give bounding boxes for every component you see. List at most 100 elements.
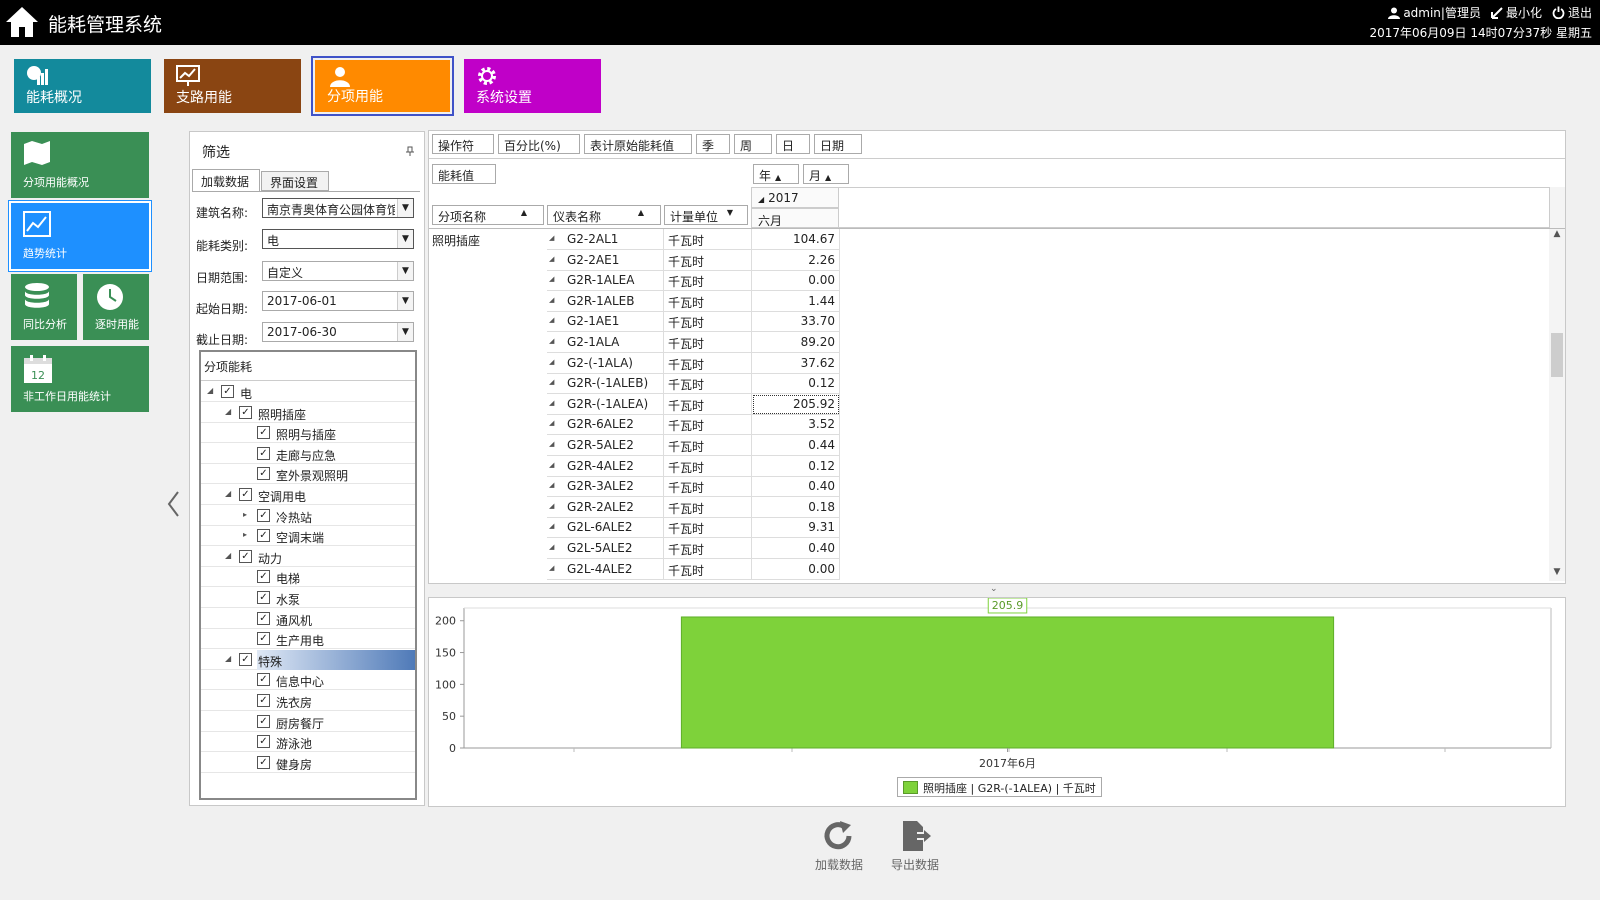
collapse-icon[interactable]: ◢ (549, 234, 554, 242)
tree-node[interactable]: ✓ 洗衣房 (201, 691, 415, 711)
collapse-icon[interactable]: ◢ (549, 296, 554, 304)
collapse-icon[interactable]: ◢ (549, 337, 554, 345)
tree-node[interactable]: ◢ ✓ 动力 (201, 547, 415, 567)
collapse-icon[interactable]: ◢ (549, 419, 554, 427)
tree-node[interactable]: ▸ ✓ 空调末端 (201, 526, 415, 547)
row-field-unit[interactable]: 计量单位 ▼ (664, 205, 748, 225)
scroll-up-icon[interactable]: ▲ (1549, 229, 1565, 243)
header-field-button[interactable]: 日期 (814, 134, 862, 154)
export-data-button[interactable]: 导出数据 (886, 820, 944, 875)
side-tile-hourly-energy[interactable]: 逐时用能 (83, 274, 149, 340)
tree-node[interactable]: ✓ 生产用电 (201, 629, 415, 650)
checkbox[interactable]: ✓ (257, 446, 270, 460)
header-field-button[interactable]: 表计原始能耗值 (584, 134, 692, 154)
collapse-icon[interactable]: ◢ (549, 316, 554, 324)
collapse-icon[interactable]: ◢ (549, 358, 554, 366)
collapse-icon[interactable]: ◢ (549, 440, 554, 448)
collapse-icon[interactable]: ◢ (549, 255, 554, 263)
vertical-scrollbar[interactable]: ▲ ▼ (1549, 229, 1565, 581)
tree-node[interactable]: ✓ 水泵 (201, 588, 415, 608)
checkbox[interactable]: ✓ (221, 385, 234, 398)
tile-itemized-energy[interactable]: 分项用能 (311, 56, 454, 116)
checkbox[interactable]: ✓ (257, 467, 270, 481)
row-field-category[interactable]: 分项名称 ▲ (432, 205, 544, 225)
load-data-button[interactable]: 加载数据 (810, 820, 868, 875)
collapse-left-icon[interactable] (166, 490, 180, 518)
header-field-button[interactable]: 日 (776, 134, 810, 154)
tree-node[interactable]: ◢ ✓ 特殊 (201, 649, 415, 670)
checkbox[interactable]: ✓ (239, 549, 252, 563)
collapse-icon[interactable]: ◢ (549, 461, 554, 469)
checkbox[interactable]: ✓ (239, 652, 252, 666)
header-field-button[interactable]: 操作符 (432, 134, 494, 154)
checkbox[interactable]: ✓ (257, 591, 270, 604)
side-tile-yoy-analysis[interactable]: 同比分析 (11, 274, 77, 340)
user-menu[interactable]: admin|管理员 (1388, 4, 1481, 21)
end-date-picker[interactable]: 2017-06-30 ▼ (262, 322, 414, 342)
collapse-icon[interactable]: ◢ (549, 378, 554, 386)
col-field-month[interactable]: 月 ▲ (803, 164, 849, 184)
checkbox[interactable]: ✓ (257, 529, 270, 543)
energy-type-select[interactable]: 电 ▼ (262, 229, 414, 249)
header-field-button[interactable]: 周 (734, 134, 772, 154)
checkbox[interactable]: ✓ (257, 570, 270, 584)
pin-icon[interactable] (406, 146, 414, 156)
expand-icon[interactable]: ▸ (243, 530, 247, 539)
collapse-icon[interactable]: ◢ (549, 543, 554, 551)
home-icon[interactable] (4, 5, 40, 39)
col-field-year[interactable]: 年 ▲ (753, 164, 799, 184)
checkbox[interactable]: ✓ (257, 673, 270, 687)
side-tile-nonworkday-stats[interactable]: 12 非工作日用能统计 (11, 346, 149, 412)
collapse-icon[interactable]: ◢ (549, 502, 554, 510)
tree-node[interactable]: ✓ 照明与插座 (201, 423, 415, 444)
tree-node[interactable]: ✓ 健身房 (201, 753, 415, 773)
collapse-icon[interactable]: ◢ (225, 654, 231, 663)
header-field-button[interactable]: 季 (696, 134, 730, 154)
checkbox[interactable]: ✓ (257, 735, 270, 749)
checkbox[interactable]: ✓ (257, 611, 270, 625)
collapse-icon[interactable]: ◢ (549, 275, 554, 283)
checkbox[interactable]: ✓ (257, 755, 270, 769)
data-field-energy-value[interactable]: 能耗值 (432, 164, 496, 184)
collapse-icon[interactable]: ◢ (549, 564, 554, 572)
splitter-chevron-icon[interactable]: ⌄ (990, 584, 998, 594)
tile-system-settings[interactable]: 系统设置 (464, 59, 601, 113)
checkbox[interactable]: ✓ (239, 488, 252, 501)
checkbox[interactable]: ✓ (257, 694, 270, 707)
scroll-down-icon[interactable]: ▼ (1549, 567, 1565, 581)
tab-ui-settings[interactable]: 界面设置 (261, 171, 329, 191)
collapse-icon[interactable]: ◢ (225, 489, 231, 498)
tile-energy-overview[interactable]: 能耗概况 (14, 59, 151, 113)
tree-node[interactable]: ✓ 电梯 (201, 567, 415, 588)
checkbox[interactable]: ✓ (239, 405, 252, 419)
tree-node[interactable]: ▸ ✓ 冷热站 (201, 506, 415, 526)
checkbox[interactable]: ✓ (257, 714, 270, 728)
start-date-picker[interactable]: 2017-06-01 ▼ (262, 291, 414, 311)
expand-icon[interactable]: ▸ (243, 510, 247, 519)
header-field-button[interactable]: 百分比(%) (498, 134, 580, 154)
checkbox[interactable]: ✓ (257, 426, 270, 440)
tree-node[interactable]: ✓ 走廊与应急 (201, 444, 415, 464)
collapse-icon[interactable]: ◢ (549, 481, 554, 489)
minimize-button[interactable]: 最小化 (1490, 4, 1542, 21)
date-range-select[interactable]: 自定义 ▼ (262, 261, 414, 281)
year-header[interactable]: ◢ 2017 (751, 187, 839, 208)
collapse-icon[interactable]: ◢ (549, 399, 554, 407)
building-select[interactable]: 南京青奥体育公园体育馆 ▼ (262, 198, 414, 218)
collapse-icon[interactable]: ◢ (549, 522, 554, 530)
tree-node[interactable]: ◢ ✓ 电 (201, 382, 415, 402)
checkbox[interactable]: ✓ (257, 632, 270, 646)
tree-node[interactable]: ◢ ✓ 照明插座 (201, 403, 415, 423)
side-tile-itemized-overview[interactable]: 分项用能概况 (11, 132, 149, 198)
tree-node[interactable]: ✓ 游泳池 (201, 732, 415, 753)
tile-branch-energy[interactable]: 支路用能 (164, 59, 301, 113)
tab-load-data[interactable]: 加载数据 (192, 169, 260, 191)
tree-node[interactable]: ✓ 厨房餐厅 (201, 712, 415, 732)
collapse-icon[interactable]: ◢ (207, 386, 213, 395)
side-tile-trend-stats[interactable]: 趋势统计 (8, 200, 152, 272)
tree-node[interactable]: ✓ 通风机 (201, 609, 415, 629)
tree-node[interactable]: ◢ ✓ 空调用电 (201, 485, 415, 505)
collapse-icon[interactable]: ◢ (225, 407, 231, 416)
row-field-meter[interactable]: 仪表名称 ▲ (547, 205, 661, 225)
checkbox[interactable]: ✓ (257, 508, 270, 522)
